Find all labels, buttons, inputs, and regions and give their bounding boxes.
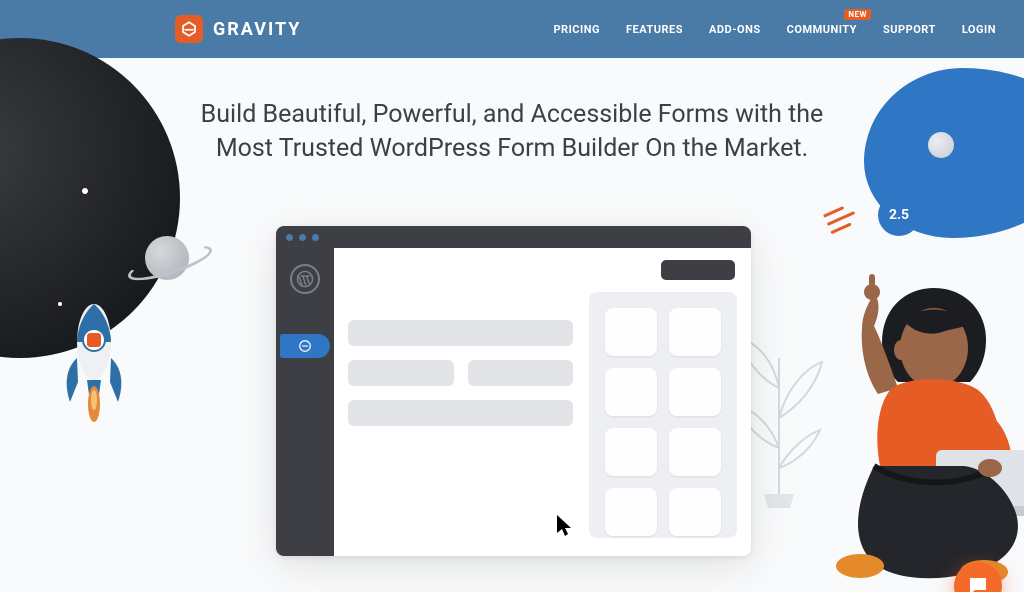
page-root: GRAVITY PRICING FEATURES ADD-ONS COMMUNI… [0,0,1024,592]
logo-text: GRAVITY [213,19,301,40]
hero-headline: Build Beautiful, Powerful, and Accessibl… [152,98,872,166]
accent-rays-icon [823,203,859,234]
mock-field [348,400,573,426]
mock-field [348,360,454,386]
saturn-planet-icon [132,228,202,298]
logo-mark-icon [175,15,203,43]
mock-main [334,248,751,556]
moon-icon [928,132,954,158]
mock-field-row [348,360,573,386]
nav-support[interactable]: SUPPORT [883,23,936,36]
nav-addons[interactable]: ADD-ONS [709,23,761,36]
mock-field [348,320,573,346]
mock-window-titlebar [276,226,751,248]
mock-field [468,360,574,386]
mock-palette-item [669,368,721,416]
nav-features[interactable]: FEATURES [626,23,683,36]
headline-line2: Most Trusted WordPress Form Builder On t… [216,134,808,163]
nav-login[interactable]: LOGIN [962,23,996,36]
nav-community-label: COMMUNITY [787,23,857,36]
hero-section: Build Beautiful, Powerful, and Accessibl… [0,98,1024,592]
mock-field-palette [589,292,737,538]
mock-palette-item [605,368,657,416]
star-icon [82,188,88,194]
person-illustration-icon [814,270,1024,592]
mock-palette-item [605,488,657,536]
form-builder-mockup [276,226,751,556]
mock-palette-item [669,308,721,356]
mock-palette-item [669,428,721,476]
cursor-icon [556,514,574,543]
nav-pricing[interactable]: PRICING [553,23,600,36]
new-badge: NEW [844,9,871,20]
main-nav: PRICING FEATURES ADD-ONS COMMUNITY NEW S… [553,23,996,36]
rocket-icon [54,284,134,444]
nav-community[interactable]: COMMUNITY NEW [787,23,857,36]
headline-line1: Build Beautiful, Powerful, and Accessibl… [201,100,824,129]
mock-dark-button [661,260,735,280]
mock-body [276,248,751,556]
mock-sidebar [276,248,334,556]
chat-icon [966,574,990,592]
wordpress-icon [290,264,320,294]
mock-form-canvas [348,260,573,542]
mock-palette-item [669,488,721,536]
version-badge: 2.5 [878,194,920,236]
window-dot-icon [312,234,319,241]
window-dot-icon [286,234,293,241]
mock-palette-item [605,308,657,356]
topbar: GRAVITY PRICING FEATURES ADD-ONS COMMUNI… [0,0,1024,58]
mock-palette-item [605,428,657,476]
logo[interactable]: GRAVITY [175,15,301,43]
mock-sidebar-active-item [280,334,330,358]
window-dot-icon [299,234,306,241]
